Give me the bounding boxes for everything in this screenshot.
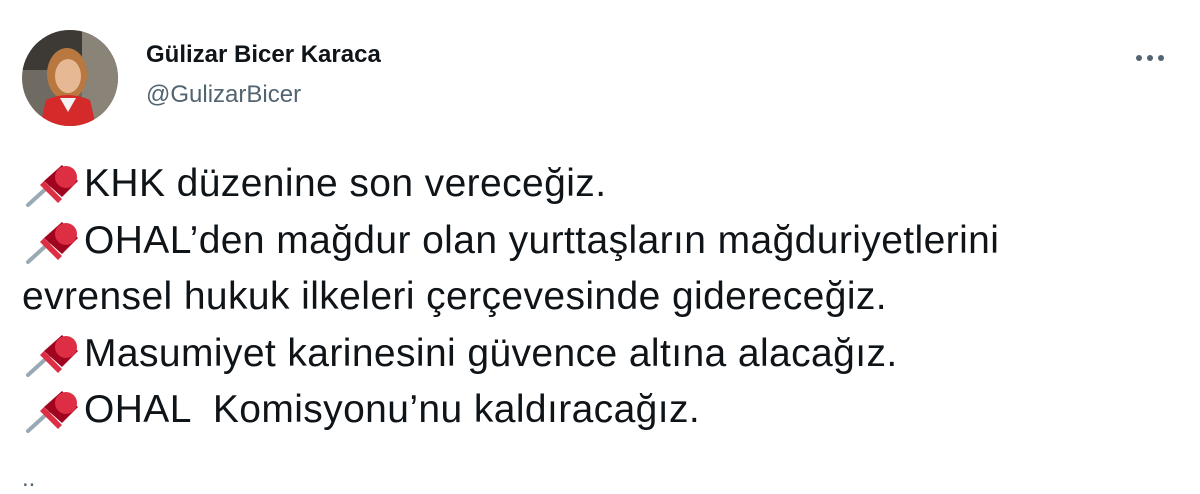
tweet-text: KHK düzenine son vereceğiz. OHAL’den mağd…: [22, 156, 1182, 439]
more-dots-icon[interactable]: [1130, 40, 1170, 76]
author-handle[interactable]: @GulizarBicer: [146, 80, 301, 110]
avatar[interactable]: [22, 30, 118, 126]
tweet-line: Masumiyet karinesini güvence altına alac…: [22, 326, 1182, 383]
cut-off-text: ..: [22, 465, 36, 492]
tweet-line-text: OHAL Komisyonu’nu kaldıracağız.: [84, 388, 701, 431]
tweet-line-text: KHK düzenine son vereceğiz.: [84, 162, 607, 205]
pushpin-icon: [22, 329, 84, 379]
tweet-line: KHK düzenine son vereceğiz.: [22, 156, 1182, 213]
pushpin-icon: [22, 159, 84, 209]
tweet-line-text: OHAL’den mağdur olan yurttaşların mağdur…: [84, 218, 1000, 262]
tweet-line-text: evrensel hukuk ilkeleri çerçevesinde gid…: [22, 275, 888, 318]
pushpin-icon: [22, 216, 84, 266]
pushpin-icon: [22, 385, 84, 435]
tweet-line: OHAL’den mağdur olan yurttaşların mağdur…: [22, 213, 1182, 270]
tweet-card: Gülizar Bicer Karaca @GulizarBicer KHK d…: [0, 0, 1200, 492]
tweet-line: evrensel hukuk ilkeleri çerçevesinde gid…: [22, 269, 1182, 326]
author-name[interactable]: Gülizar Bicer Karaca: [146, 40, 381, 70]
tweet-line-text: Masumiyet karinesini güvence altına alac…: [84, 331, 898, 375]
tweet-line: OHAL Komisyonu’nu kaldıracağız.: [22, 382, 1182, 439]
